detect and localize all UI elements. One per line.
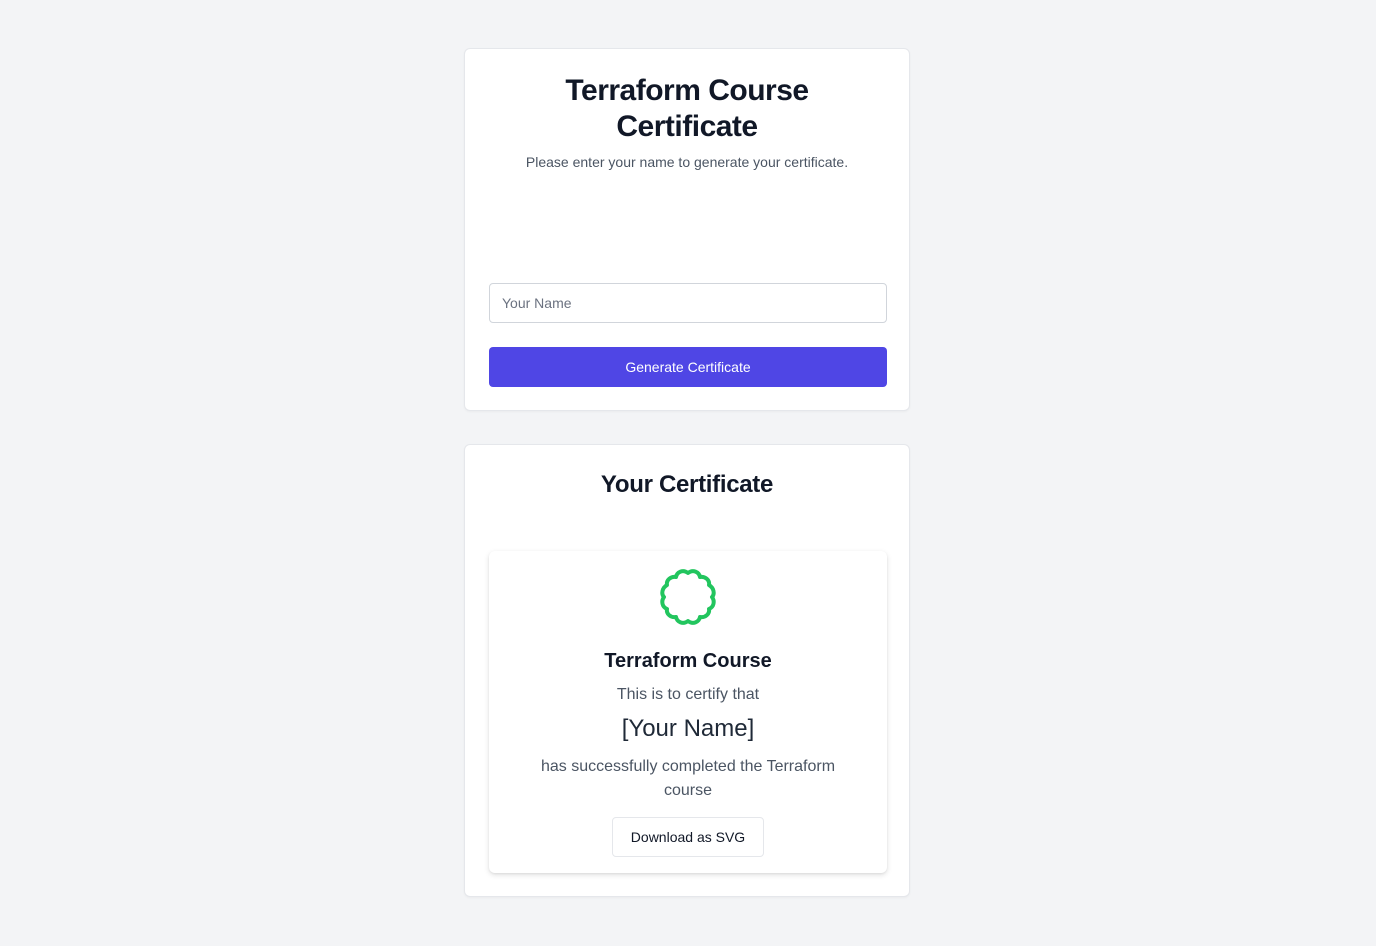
page-subtitle: Please enter your name to generate your …	[525, 154, 849, 170]
badge-icon	[660, 569, 716, 625]
name-input[interactable]	[489, 283, 887, 323]
page-title: Terraform Course Certificate	[565, 74, 809, 143]
generate-certificate-button[interactable]: Generate Certificate	[489, 347, 887, 387]
certificate-heading: Your Certificate	[600, 471, 774, 498]
certificate-completed-text: has successfully completed the Terraform…	[540, 758, 836, 799]
download-svg-button[interactable]: Download as SVG	[612, 817, 764, 857]
certificate-certify-text: This is to certify that	[616, 686, 760, 703]
certificate-form-card: Terraform Course Certificate Please ente…	[464, 48, 910, 411]
certificate-preview: Terraform Course This is to certify that…	[489, 551, 887, 873]
certificate-course-name: Terraform Course	[604, 650, 772, 672]
certificate-recipient-name: [Your Name]	[621, 715, 755, 742]
certificate-card: Your Certificate Terraform Course This i…	[464, 444, 910, 897]
